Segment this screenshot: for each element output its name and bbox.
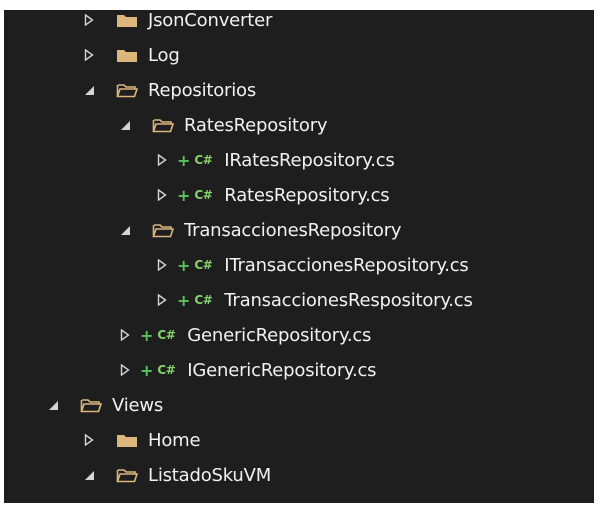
- chevron-right-icon[interactable]: [118, 363, 132, 377]
- tree-item-label: IRatesRepository.cs: [224, 149, 395, 171]
- tree-item-label: ITransaccionesRepository.cs: [224, 254, 469, 276]
- csharp-file-icon: C#: [157, 328, 176, 342]
- tree-item-log[interactable]: Log: [4, 37, 594, 73]
- folder-open-icon: [116, 82, 138, 98]
- added-mark-icon: +: [140, 325, 154, 345]
- chevron-right-icon[interactable]: [155, 153, 169, 167]
- tree-item-label: TransaccionesRepository: [184, 219, 402, 241]
- folder-open-icon: [152, 117, 174, 133]
- chevron-right-icon[interactable]: [155, 258, 169, 272]
- folder-open-icon: [116, 467, 138, 483]
- csharp-file-icon: C#: [194, 293, 213, 307]
- tree-item-listadoskuvm[interactable]: ListadoSkuVM: [4, 457, 594, 493]
- tree-item-ratesrepository-cs[interactable]: + C# RatesRepository.cs: [4, 177, 594, 213]
- tree-item-label: Home: [148, 429, 201, 451]
- folder-open-icon: [152, 222, 174, 238]
- folder-closed-icon: [116, 47, 138, 63]
- folder-closed-icon: [116, 432, 138, 448]
- solution-explorer-tree: JsonConverter Log Repositorios RatesRepo…: [4, 10, 594, 503]
- tree-item-label: IGenericRepository.cs: [187, 359, 377, 381]
- csharp-file-icon: C#: [194, 153, 213, 167]
- chevron-down-icon[interactable]: [118, 118, 132, 132]
- tree-item-label: RatesRepository.cs: [224, 184, 390, 206]
- tree-item-label: GenericRepository.cs: [187, 324, 372, 346]
- chevron-right-icon[interactable]: [155, 293, 169, 307]
- added-mark-icon: +: [177, 255, 191, 275]
- folder-closed-icon: [116, 12, 138, 28]
- tree-item-jsonconverter[interactable]: JsonConverter: [4, 10, 594, 38]
- tree-item-transaccionesrepository[interactable]: TransaccionesRepository: [4, 212, 594, 248]
- chevron-right-icon[interactable]: [82, 13, 96, 27]
- tree-item-igenericrepository-cs[interactable]: + C# IGenericRepository.cs: [4, 352, 594, 388]
- added-mark-icon: +: [177, 185, 191, 205]
- csharp-file-icon: C#: [157, 363, 176, 377]
- added-mark-icon: +: [140, 360, 154, 380]
- tree-item-home[interactable]: Home: [4, 422, 594, 458]
- tree-item-label: Log: [148, 44, 180, 66]
- chevron-right-icon[interactable]: [82, 48, 96, 62]
- tree-item-label: JsonConverter: [148, 10, 273, 31]
- tree-item-iratesrepository-cs[interactable]: + C# IRatesRepository.cs: [4, 142, 594, 178]
- csharp-file-icon: C#: [194, 188, 213, 202]
- chevron-down-icon[interactable]: [118, 223, 132, 237]
- tree-item-repositorios[interactable]: Repositorios: [4, 72, 594, 108]
- folder-open-icon: [80, 397, 102, 413]
- added-mark-icon: +: [177, 150, 191, 170]
- tree-item-label: TransaccionesRespository.cs: [224, 289, 473, 311]
- tree-item-label: Repositorios: [148, 79, 257, 101]
- chevron-right-icon[interactable]: [118, 328, 132, 342]
- tree-item-transaccionesrespository-cs[interactable]: + C# TransaccionesRespository.cs: [4, 282, 594, 318]
- tree-item-label: ListadoSkuVM: [148, 464, 272, 486]
- tree-item-ratesrepository[interactable]: RatesRepository: [4, 107, 594, 143]
- tree-item-genericrepository-cs[interactable]: + C# GenericRepository.cs: [4, 317, 594, 353]
- chevron-down-icon[interactable]: [82, 468, 96, 482]
- chevron-right-icon[interactable]: [155, 188, 169, 202]
- csharp-file-icon: C#: [194, 258, 213, 272]
- chevron-down-icon[interactable]: [46, 398, 60, 412]
- tree-item-itransaccionesrepository-cs[interactable]: + C# ITransaccionesRepository.cs: [4, 247, 594, 283]
- chevron-down-icon[interactable]: [82, 83, 96, 97]
- chevron-right-icon[interactable]: [82, 433, 96, 447]
- added-mark-icon: +: [177, 290, 191, 310]
- tree-item-views[interactable]: Views: [4, 387, 594, 423]
- tree-item-label: RatesRepository: [184, 114, 328, 136]
- tree-item-label: Views: [112, 394, 164, 416]
